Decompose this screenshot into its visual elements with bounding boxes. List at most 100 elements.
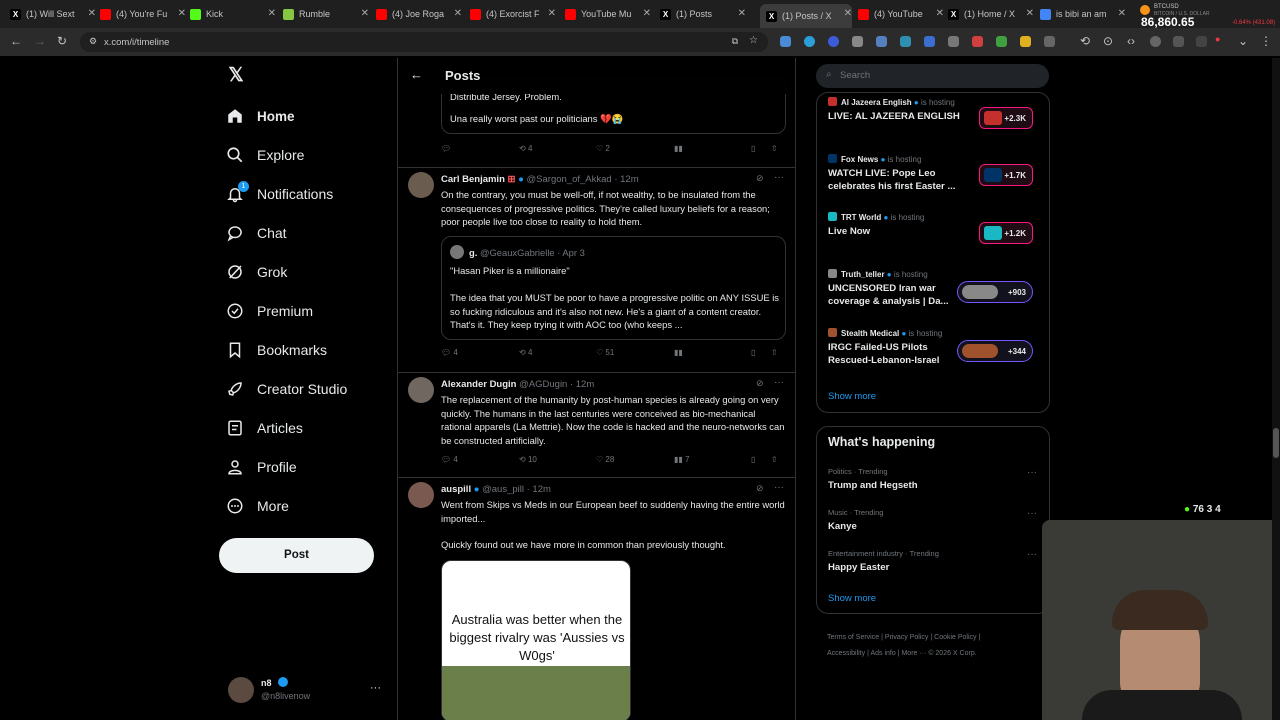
- close-tab-icon[interactable]: ✕: [1118, 8, 1126, 19]
- browser-tab[interactable]: (4) You're Fu ✕: [100, 4, 186, 24]
- account-switcher[interactable]: n8 @n8livenow ···: [226, 676, 386, 708]
- browser-tab[interactable]: (4) YouTube ✕: [858, 4, 944, 24]
- extension-icon[interactable]: [876, 36, 887, 47]
- live-item[interactable]: Fox News ● is hosting WATCH LIVE: Pope Le…: [828, 154, 1043, 193]
- extensions-puzzle-icon[interactable]: [1044, 36, 1055, 47]
- browser-tab[interactable]: Rumble ✕: [283, 4, 369, 24]
- nav-more[interactable]: More: [226, 491, 289, 521]
- browser-tab[interactable]: is bibi an am ✕: [1040, 4, 1126, 24]
- live-item[interactable]: Al Jazeera English ● is hosting LIVE: AL …: [828, 97, 1043, 129]
- avatar[interactable]: [408, 172, 434, 198]
- views-icon[interactable]: ▮▮: [674, 144, 683, 153]
- nav-explore[interactable]: Explore: [226, 140, 304, 170]
- close-tab-icon[interactable]: ✕: [268, 8, 276, 19]
- extension-icon[interactable]: [900, 36, 911, 47]
- extension-icon[interactable]: [972, 36, 983, 47]
- tweet[interactable]: Alexander Dugin @AGDugin · 12m ⊘ ··· The…: [398, 373, 795, 478]
- trend-item[interactable]: Entertainment industry · Trending Happy E…: [828, 549, 939, 573]
- tweet[interactable]: auspill ● @aus_pill · 12m ⊘ ··· Went fro…: [398, 478, 795, 720]
- share-icon[interactable]: ⇧: [771, 455, 778, 464]
- back-icon[interactable]: ←: [10, 34, 22, 48]
- tweet-author[interactable]: Alexander Dugin @AGDugin · 12m: [441, 379, 594, 390]
- browser-tab[interactable]: (4) Joe Roga ✕: [376, 4, 462, 24]
- nav-bookmarks[interactable]: Bookmarks: [226, 335, 327, 365]
- live-listener-count[interactable]: +1.7K: [979, 164, 1033, 186]
- reply-icon[interactable]: 💬︎ 4: [441, 455, 458, 464]
- browser-tab[interactable]: YouTube Mu ✕: [565, 4, 651, 24]
- close-tab-icon[interactable]: ✕: [1026, 8, 1034, 19]
- bookmark-icon[interactable]: ▯: [751, 455, 755, 464]
- close-tab-icon[interactable]: ✕: [936, 8, 944, 19]
- extension-icon[interactable]: [948, 36, 959, 47]
- tab-search-icon[interactable]: ⌄: [1238, 34, 1248, 48]
- bookmark-icon[interactable]: ▯: [751, 144, 755, 153]
- profile-icon[interactable]: [1150, 36, 1161, 47]
- reply-icon[interactable]: 💬︎: [441, 144, 451, 153]
- extension-icon[interactable]: [780, 36, 791, 47]
- install-icon[interactable]: ⧉: [732, 36, 738, 47]
- close-tab-icon[interactable]: ✕: [643, 8, 651, 19]
- more-dots-icon[interactable]: ···: [1027, 549, 1037, 560]
- nav-premium[interactable]: Premium: [226, 296, 313, 326]
- live-item[interactable]: TRT World ● is hosting Live Now +1.2K: [828, 212, 1043, 244]
- views-icon[interactable]: ▮▮: [674, 348, 683, 357]
- tweet-author[interactable]: Carl Benjamin ⊞ ● @Sargon_of_Akkad · 12m: [441, 174, 639, 185]
- browser-tab[interactable]: (4) Exorcist F ✕: [470, 4, 556, 24]
- more-dots-icon[interactable]: ···: [774, 377, 784, 388]
- terms-link[interactable]: Terms of Service: [827, 634, 879, 641]
- repost-icon[interactable]: ⟲ 4: [519, 144, 532, 153]
- tweet-media[interactable]: Australia was better when the biggest ri…: [441, 560, 631, 720]
- browser-tab[interactable]: X (1) Will Sext ✕: [10, 4, 96, 24]
- bookmark-star-icon[interactable]: ☆: [749, 35, 758, 46]
- close-tab-icon[interactable]: ✕: [178, 8, 186, 19]
- show-more-trends[interactable]: Show more: [828, 593, 876, 604]
- site-info-icon[interactable]: ⚙: [89, 36, 97, 47]
- repost-icon[interactable]: ⟲ 10: [519, 455, 537, 464]
- like-icon[interactable]: ♡ 2: [596, 144, 610, 153]
- nav-creator-studio[interactable]: Creator Studio: [226, 374, 347, 404]
- live-item[interactable]: Stealth Medical ● is hosting IRGC Failed-…: [828, 328, 1043, 367]
- nav-grok[interactable]: Grok: [226, 257, 287, 287]
- devtools-icon[interactable]: ‹›: [1127, 34, 1135, 48]
- scrollbar[interactable]: [1272, 58, 1280, 720]
- nav-profile[interactable]: Profile: [226, 452, 297, 482]
- close-tab-icon[interactable]: ✕: [548, 8, 556, 19]
- repost-icon[interactable]: ⟲ 4: [519, 348, 532, 357]
- tweet[interactable]: Carl Benjamin ⊞ ● @Sargon_of_Akkad · 12m…: [398, 168, 795, 373]
- extension-icon[interactable]: [852, 36, 863, 47]
- close-tab-icon[interactable]: ✕: [361, 8, 369, 19]
- more-dots-icon[interactable]: ···: [774, 172, 784, 183]
- camera-icon[interactable]: ⊙: [1103, 34, 1113, 48]
- nav-articles[interactable]: Articles: [226, 413, 303, 443]
- extension-icon[interactable]: [828, 36, 839, 47]
- recording-icon[interactable]: ●: [1215, 34, 1220, 44]
- close-tab-icon[interactable]: ✕: [738, 8, 746, 19]
- avatar[interactable]: [408, 377, 434, 403]
- tweet-author[interactable]: auspill ● @aus_pill · 12m: [441, 484, 551, 495]
- live-listener-count[interactable]: +2.3K: [979, 107, 1033, 129]
- more-dots-icon[interactable]: ···: [1027, 508, 1037, 519]
- show-more-live[interactable]: Show more: [828, 391, 876, 402]
- grok-icon[interactable]: ⊘: [756, 483, 764, 494]
- bookmark-icon[interactable]: ▯: [751, 348, 755, 357]
- scrollbar-thumb[interactable]: [1273, 428, 1279, 458]
- live-item[interactable]: Truth_teller ● is hosting UNCENSORED Iran…: [828, 269, 1043, 308]
- ads-link[interactable]: Ads info: [870, 650, 895, 657]
- avatar[interactable]: [408, 482, 434, 508]
- forward-icon[interactable]: →: [34, 34, 46, 48]
- browser-tab[interactable]: X (1) Home / X ✕: [948, 4, 1034, 24]
- menu-icon[interactable]: ⋮: [1260, 34, 1272, 48]
- address-bar[interactable]: ⚙ x.com/i/timeline ⧉ ☆: [80, 32, 768, 52]
- close-tab-icon[interactable]: ✕: [88, 8, 96, 19]
- nav-home[interactable]: Home: [226, 101, 295, 131]
- reload-icon[interactable]: ↻: [57, 34, 67, 48]
- extension-icon[interactable]: [924, 36, 935, 47]
- more-dots-icon[interactable]: ···: [1027, 467, 1037, 478]
- like-icon[interactable]: ♡ 28: [596, 455, 614, 464]
- views-icon[interactable]: ▮▮ 7: [674, 455, 689, 464]
- extension-icon[interactable]: [1196, 36, 1207, 47]
- close-tab-icon[interactable]: ✕: [844, 8, 852, 19]
- post-button[interactable]: Post: [219, 538, 374, 573]
- browser-tab[interactable]: X (1) Posts ✕: [660, 4, 746, 24]
- history-icon[interactable]: ⟲: [1080, 34, 1090, 48]
